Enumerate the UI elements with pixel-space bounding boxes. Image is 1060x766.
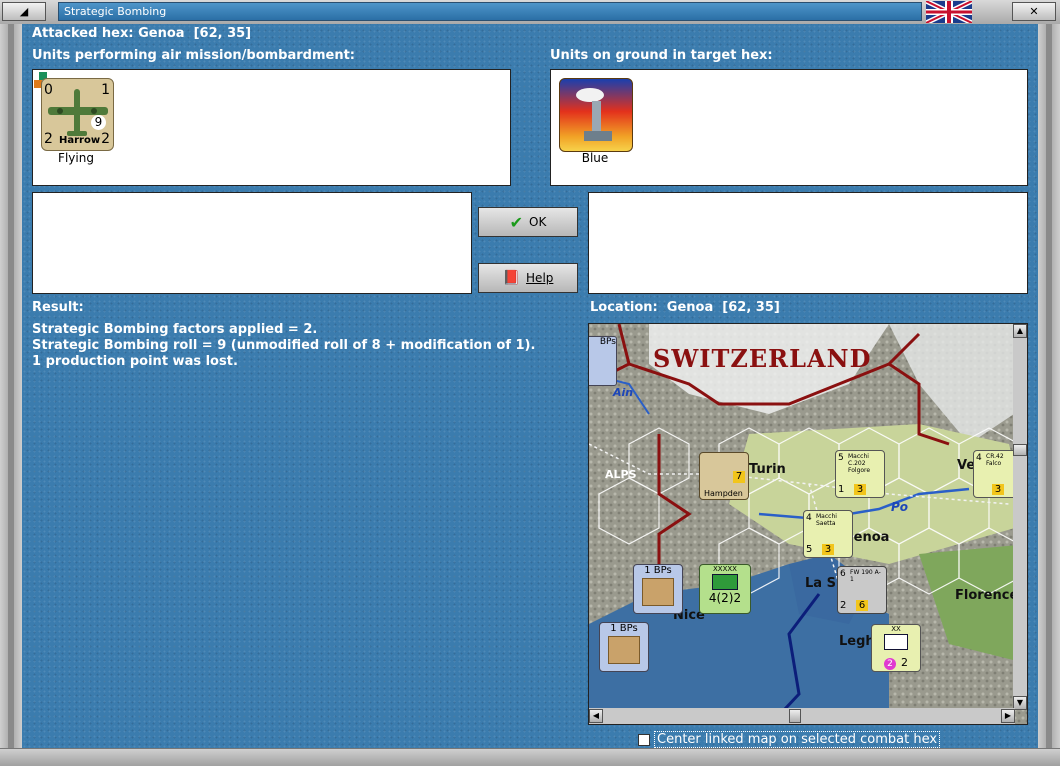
counter-label: XXXXX [713, 565, 737, 573]
counter-label: Macchi C.202 Folgore [848, 453, 871, 474]
counter-label: Macchi Saetta [816, 513, 837, 527]
harrow-unit-counter[interactable]: 0 1 9 2 Harrow 2 [41, 78, 114, 151]
bp-counter-label: BPs [599, 337, 616, 347]
army-counter[interactable]: XXXXX 4(2)2 [699, 564, 751, 614]
close-icon: ✕ [1029, 5, 1039, 18]
help-book-icon: 📕 [502, 270, 521, 286]
counter-value: 2 [901, 656, 909, 669]
frame-rail-right [1046, 24, 1052, 749]
result-line: Strategic Bombing factors applied = 2. [32, 322, 318, 337]
result-text: Strategic Bombing factors applied = 2. S… [32, 322, 577, 370]
counter-value: 4 [806, 513, 812, 523]
window-frame-right [1038, 24, 1060, 749]
counter-value: 2 [883, 658, 896, 670]
macchi-saetta-counter[interactable]: 4 Macchi Saetta 5 3 [803, 510, 853, 558]
scroll-left-icon[interactable]: ◀ [589, 709, 603, 723]
bp-counter-label: 1 BPs [644, 565, 672, 576]
unit-bottom-left-value: 2 [44, 131, 53, 147]
ground-unit-status: Blue [581, 151, 609, 165]
unit-bottom-right-value: 2 [101, 131, 110, 147]
union-flag-icon[interactable] [926, 1, 972, 23]
counter-value: 3 [992, 484, 1004, 495]
attacked-hex-heading: Attacked hex: Genoa [62, 35] [32, 26, 252, 41]
map-vertical-scrollbar[interactable]: ▲ ▼ [1013, 324, 1027, 710]
counter-value: 4 [976, 453, 982, 463]
factory-target-counter[interactable] [559, 78, 633, 152]
counter-value: 4(2)2 [708, 591, 742, 605]
restore-icon: ◢ [19, 5, 29, 18]
air-unit-status: Flying [58, 151, 94, 165]
macchi-folgore-counter[interactable]: 5 Macchi C.202 Folgore 1 3 [835, 450, 885, 498]
ground-losses-panel [588, 192, 1028, 294]
center-map-option[interactable]: Center linked map on selected combat hex [638, 731, 941, 748]
help-label: Help [526, 271, 554, 285]
window-frame-left [0, 24, 22, 749]
result-line: Strategic Bombing roll = 9 (unmodified r… [32, 338, 536, 353]
map-place-alps: ALPS [605, 468, 637, 481]
center-map-checkbox[interactable] [638, 733, 650, 746]
counter-value: 7 [733, 471, 745, 483]
counter-label: Hampden [704, 489, 743, 498]
title-bar: ◢ Strategic Bombing ✕ [0, 0, 1060, 25]
scroll-down-icon[interactable]: ▼ [1013, 696, 1027, 710]
scroll-thumb[interactable] [789, 709, 801, 723]
unit-name: Harrow [59, 135, 101, 146]
ok-button[interactable]: ✔ OK [478, 207, 578, 237]
result-label: Result: [32, 300, 84, 315]
fw190-counter[interactable]: 6 FW 190 A-1 2 6 [837, 566, 887, 614]
ground-units-label: Units on ground in target hex: [550, 48, 773, 63]
center-map-checkbox-label: Center linked map on selected combat hex [654, 731, 941, 748]
counter-value: 3 [822, 544, 834, 555]
unit-top-right-value: 1 [101, 82, 110, 98]
division-counter[interactable]: XX 2 2 [871, 624, 921, 672]
counter-value: 6 [840, 569, 846, 579]
counter-value: 1 [838, 484, 845, 495]
linked-map[interactable]: SWITZERLAND ALPS Turin Genoa La Spezia N… [588, 323, 1028, 725]
para-symbol-icon [884, 634, 908, 650]
map-river-ain: Ain [613, 386, 634, 399]
window-frame-bottom [0, 748, 1060, 766]
bp-counter[interactable]: 1 BPs [599, 622, 649, 672]
scroll-up-icon[interactable]: ▲ [1013, 324, 1027, 338]
scroll-right-icon[interactable]: ▶ [1001, 709, 1015, 723]
location-label: Location: Genoa [62, 35] [590, 300, 780, 315]
help-button[interactable]: 📕 Help [478, 263, 578, 293]
air-units-label: Units performing air mission/bombardment… [32, 48, 356, 63]
infantry-symbol-icon [712, 574, 738, 590]
checkmark-icon: ✔ [509, 212, 524, 232]
map-place-florence: Florence [955, 588, 1019, 603]
bp-counter[interactable]: BPs [589, 336, 617, 386]
counter-value: 6 [856, 600, 868, 611]
map-place-turin: Turin [749, 462, 786, 477]
ok-label: OK [529, 215, 547, 229]
crate-icon [608, 636, 640, 664]
bp-counter[interactable]: 1 BPs [633, 564, 683, 614]
hampden-counter[interactable]: 7 Hampden [699, 452, 749, 500]
window-title: Strategic Bombing [58, 2, 922, 21]
dialog-content: Attacked hex: Genoa [62, 35] Units perfo… [22, 24, 1038, 749]
ground-units-panel: Blue [550, 69, 1028, 186]
counter-label: XX [891, 625, 901, 633]
counter-label: FW 190 A-1 [850, 569, 881, 583]
map-country-label: SWITZERLAND [653, 344, 872, 373]
bp-counter-label: 1 BPs [610, 623, 638, 634]
crate-icon [642, 578, 674, 606]
result-line: 1 production point was lost. [32, 354, 238, 369]
map-river-po: Po [891, 500, 909, 514]
unit-top-left-value: 0 [44, 82, 53, 98]
air-units-panel: 0 1 9 2 Harrow 2 Flying [32, 69, 511, 186]
restore-button[interactable]: ◢ [2, 2, 46, 21]
close-button[interactable]: ✕ [1012, 2, 1056, 21]
counter-value: 5 [806, 544, 813, 555]
scroll-thumb[interactable] [1013, 444, 1027, 456]
counter-value: 3 [854, 484, 866, 495]
counter-value: 5 [838, 453, 844, 463]
smokestack-icon [576, 88, 612, 141]
air-losses-panel [32, 192, 472, 294]
map-horizontal-scrollbar[interactable]: ◀ ▶ [589, 708, 1015, 724]
frame-rail-left [8, 24, 14, 749]
unit-mid-value: 9 [91, 115, 106, 130]
counter-value: 2 [840, 600, 847, 611]
